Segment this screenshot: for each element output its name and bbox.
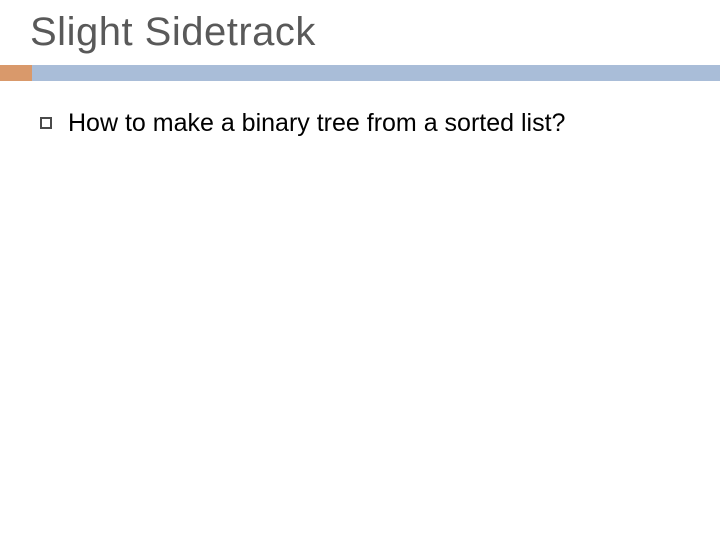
bullet-text: How to make a binary tree from a sorted … [68, 108, 565, 139]
title-divider [0, 65, 720, 81]
content-area: How to make a binary tree from a sorted … [40, 108, 690, 139]
title-region: Slight Sidetrack [0, 10, 720, 81]
slide-title: Slight Sidetrack [0, 10, 720, 65]
divider-accent-block [0, 65, 32, 81]
slide: Slight Sidetrack How to make a binary tr… [0, 0, 720, 540]
list-item: How to make a binary tree from a sorted … [40, 108, 690, 139]
square-bullet-icon [40, 117, 52, 129]
divider-main-block [32, 65, 720, 81]
